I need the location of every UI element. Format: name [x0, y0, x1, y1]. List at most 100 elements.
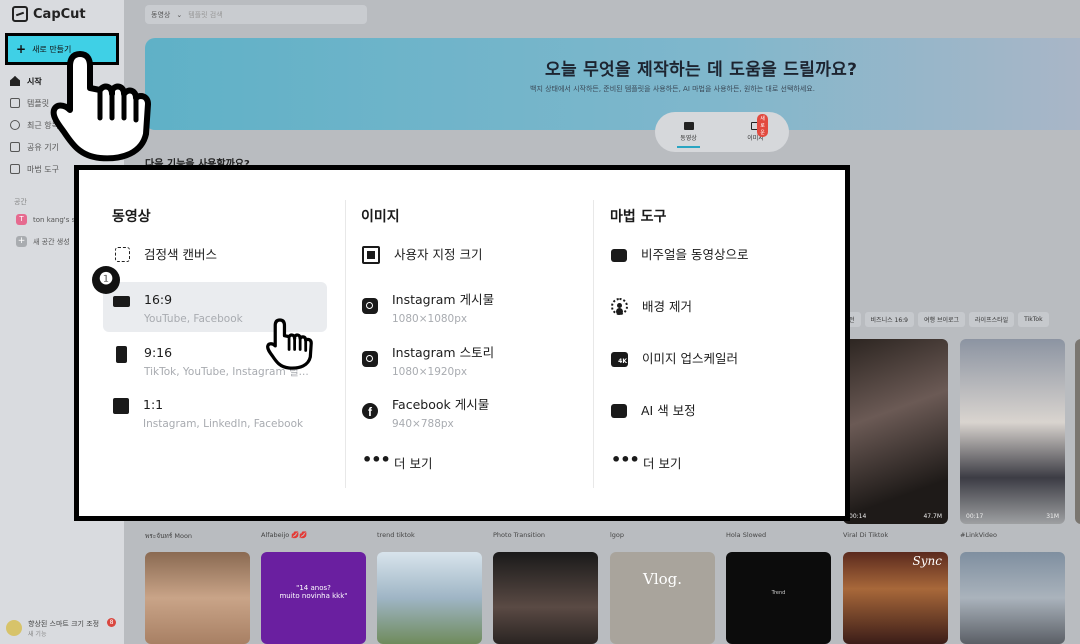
menu-item-label: 검정색 캔버스 [144, 247, 217, 262]
likes-count: 47.7M [923, 513, 942, 520]
column-title-video: 동영상 [112, 209, 151, 225]
menu-item-instagram-post[interactable]: Instagram 게시물 1080×1080px [362, 291, 494, 326]
menu-item-label: 16:9 [144, 292, 173, 307]
logo-text: CapCut [33, 6, 86, 22]
menu-item-label: Instagram 스토리 [392, 345, 495, 360]
create-space-label: 새 공간 생성 [33, 237, 70, 246]
search-input[interactable]: 템플릿 검색 [188, 10, 222, 20]
menu-item-sub: 1080×1080px [392, 313, 468, 325]
upgrade-promo[interactable]: 향상된 스마트 크기 조정 새 기능 8 [6, 616, 118, 640]
portrait-ratio-icon [116, 346, 127, 363]
template-thumbnail[interactable] [1075, 339, 1080, 524]
menu-item-sub: 1080×1920px [392, 366, 468, 378]
template-caption: Hola Slowed [726, 531, 767, 539]
upgrade-title: 향상된 스마트 크기 조정 [28, 619, 100, 628]
square-ratio-icon [113, 398, 129, 414]
template-thumbnail[interactable]: Vlog. [610, 552, 715, 644]
template-caption: Viral Di Tiktok [843, 531, 889, 539]
menu-item-label: 더 보기 [643, 456, 682, 471]
more-icon: ••• [362, 450, 391, 469]
hero-banner: 오늘 무엇을 제작하는 데 도움을 드릴까요? 백지 상태에서 시작하든, 준비… [145, 38, 1080, 152]
category-chips: 전 비즈니스 16:9 여행 브이로그 라이프스타일 TikTok [843, 312, 1049, 327]
menu-item-16-9[interactable]: 16:9 YouTube, Facebook [113, 291, 243, 326]
duration-label: 00:14 [849, 513, 867, 520]
menu-item-label: 사용자 지정 크기 [394, 247, 483, 262]
hero-title: 오늘 무엇을 제작하는 데 도움을 드릴까요? [545, 60, 858, 80]
menu-item-custom-size[interactable]: 사용자 지정 크기 [362, 246, 482, 264]
template-thumbnail[interactable]: 00:14 47.7M [843, 339, 948, 524]
category-chip[interactable]: 라이프스타일 [969, 312, 1015, 327]
menu-item-label: 1:1 [143, 397, 164, 412]
tab-video[interactable]: 동영상 [677, 122, 700, 148]
template-thumbnail[interactable] [145, 552, 250, 644]
column-title-image: 이미지 [361, 209, 400, 225]
space-section-label: 공간 [14, 198, 27, 206]
sidebar-item-label: 시작 [27, 76, 42, 86]
sidebar-item-label: 마법 도구 [27, 164, 59, 174]
upscale-4k-icon: 4K [611, 352, 628, 367]
menu-item-label: 이미지 업스케일러 [642, 351, 738, 366]
space-avatar: T [16, 214, 27, 225]
menu-item-sub: 940×788px [392, 418, 454, 430]
template-caption: trend tiktok [377, 531, 415, 539]
likes-count: 31M [1046, 513, 1059, 520]
template-thumbnail[interactable] [960, 552, 1065, 644]
template-caption: พระจันทร์ Moon [145, 532, 193, 540]
hero-tabs: 동영상 새로운 이미지 [655, 112, 789, 152]
tab-image[interactable]: 새로운 이미지 [747, 114, 768, 142]
visual-to-video-icon [611, 249, 627, 262]
menu-item-facebook-post[interactable]: f Facebook 게시물 940×788px [362, 396, 489, 431]
category-chip[interactable]: 비즈니스 16:9 [864, 312, 914, 327]
menu-item-visual-to-video[interactable]: 비주얼을 동영상으로 [611, 246, 748, 264]
capcut-logo[interactable]: CapCut [12, 6, 86, 22]
menu-item-image-upscaler[interactable]: 4K 이미지 업스케일러 [611, 350, 738, 368]
video-icon [683, 122, 694, 130]
upgrade-sub: 새 기능 [28, 630, 47, 638]
tab-label: 동영상 [680, 135, 697, 142]
column-title-magic-tools: 마법 도구 [610, 209, 667, 225]
category-chip[interactable]: 여행 브이로그 [918, 312, 966, 327]
category-chip[interactable]: TikTok [1018, 312, 1049, 327]
template-caption: #LinkVideo [960, 531, 997, 539]
ai-color-icon [611, 404, 627, 418]
template-caption: Photo Transition [493, 531, 546, 539]
dashed-canvas-icon [115, 247, 130, 262]
menu-item-instagram-story[interactable]: Instagram 스토리 1080×1920px [362, 344, 494, 379]
landscape-ratio-icon [113, 296, 130, 307]
menu-item-ai-color[interactable]: AI 색 보정 [611, 402, 696, 420]
facebook-icon: f [362, 403, 378, 419]
template-thumbnail[interactable]: Sync [843, 552, 948, 644]
menu-item-1-1[interactable]: 1:1 Instagram, LinkedIn, Facebook [113, 396, 303, 431]
capcut-logo-icon [12, 6, 28, 22]
template-icon [10, 98, 20, 108]
plus-icon: + [16, 42, 27, 56]
template-thumbnail[interactable]: 00:17 31M [960, 339, 1065, 524]
notification-badge: 8 [107, 618, 116, 627]
column-divider [593, 200, 594, 488]
chevron-down-icon: ⌄ [176, 10, 183, 19]
template-thumbnail[interactable]: "14 anos? muito novinha kkk" [261, 552, 366, 644]
menu-item-blank-canvas[interactable]: 검정색 캔버스 [115, 246, 217, 264]
pointing-hand-icon [266, 318, 313, 370]
magic-wand-icon [10, 164, 20, 174]
menu-item-more-magic[interactable]: ••• 더 보기 [611, 450, 682, 473]
search-bar[interactable]: 동영상 ⌄ 템플릿 검색 [145, 5, 367, 24]
search-type-dropdown[interactable]: 동영상 [151, 10, 170, 20]
more-icon: ••• [611, 450, 640, 469]
new-badge: 새로운 [757, 114, 768, 137]
template-thumbnail[interactable] [493, 552, 598, 644]
menu-item-label: Facebook 게시물 [392, 397, 490, 412]
template-thumbnail[interactable]: Trend [726, 552, 831, 644]
menu-item-more-image[interactable]: ••• 더 보기 [362, 450, 433, 473]
remove-background-icon [611, 298, 628, 315]
menu-item-label: AI 색 보정 [641, 403, 696, 418]
menu-item-sub: Instagram, LinkedIn, Facebook [143, 418, 304, 430]
share-icon [10, 142, 20, 152]
template-thumbnail[interactable] [377, 552, 482, 644]
menu-item-label: Instagram 게시물 [392, 292, 495, 307]
menu-item-remove-background[interactable]: 배경 제거 [611, 298, 692, 316]
template-caption: lgop [610, 531, 625, 539]
menu-item-label: 더 보기 [394, 456, 433, 471]
menu-item-label: 배경 제거 [642, 299, 692, 314]
hero-subtitle: 백지 상태에서 시작하든, 준비된 템플릿을 사용하든, AI 마법을 사용하든… [530, 85, 815, 93]
